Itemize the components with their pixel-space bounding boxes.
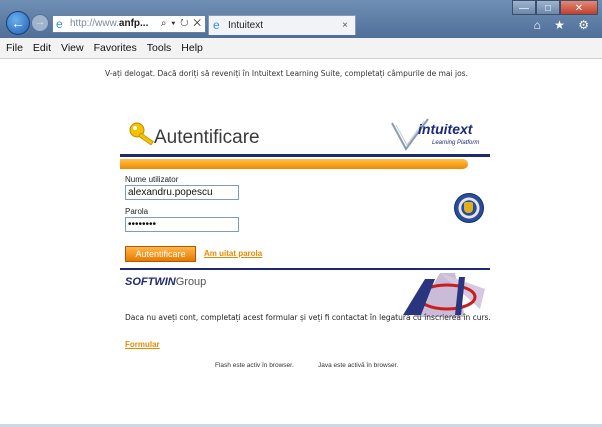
forgot-password-link[interactable]: Am uitat parola bbox=[204, 249, 262, 258]
username-label: Nume utilizator bbox=[125, 175, 179, 184]
login-button[interactable]: Autentificare bbox=[125, 246, 196, 262]
logout-notice: V-ați delogat. Dacă doriți să reveniți î… bbox=[105, 69, 468, 78]
forward-arrow-icon[interactable]: → bbox=[31, 14, 49, 32]
intuitext-logo: intuitext Learning Platform bbox=[390, 115, 490, 155]
address-controls[interactable]: ⌕ ▾ ↻ ✕ bbox=[161, 16, 202, 32]
romanian-coat-of-arms-icon bbox=[454, 193, 484, 223]
ie-icon: e bbox=[213, 18, 220, 32]
back-arrow-icon[interactable]: ← bbox=[6, 11, 30, 35]
logo-subtitle: Learning Platform bbox=[432, 140, 480, 146]
menu-bar: File Edit View Favorites Tools Help bbox=[0, 38, 602, 59]
password-label: Parola bbox=[125, 207, 149, 216]
partner-logo-icon bbox=[403, 273, 485, 317]
browser-tab[interactable]: e Intuitext × bbox=[208, 15, 356, 35]
page-content: V-ați delogat. Dacă doriți să reveniți î… bbox=[0, 59, 602, 427]
password-input[interactable]: •••••••• bbox=[125, 217, 239, 232]
menu-view[interactable]: View bbox=[56, 38, 89, 58]
flash-status: Flash este activ în browser. bbox=[215, 362, 294, 369]
header-divider bbox=[120, 154, 490, 157]
address-url: http://www.anfp... bbox=[70, 18, 149, 29]
orange-bar bbox=[120, 159, 468, 169]
browser-titlebar: ← → e http://www.anfp... ⌕ ▾ ↻ ✕ e Intui… bbox=[0, 0, 602, 38]
page-title: Autentificare bbox=[154, 127, 260, 148]
tab-title: Intuitext bbox=[228, 20, 264, 31]
ie-icon: e bbox=[56, 17, 63, 31]
minimize-button[interactable]: — bbox=[512, 0, 536, 15]
close-window-button[interactable]: ✕ bbox=[560, 0, 598, 15]
menu-tools[interactable]: Tools bbox=[142, 38, 177, 58]
maximize-button[interactable]: □ bbox=[536, 0, 560, 15]
softwin-logo: SOFTWINGroup bbox=[125, 276, 207, 288]
register-info-text: Daca nu aveți cont, completați acest for… bbox=[125, 313, 491, 322]
menu-favorites[interactable]: Favorites bbox=[89, 38, 142, 58]
window-controls: — □ ✕ bbox=[512, 0, 598, 15]
java-status: Java este activă în browser. bbox=[318, 362, 399, 369]
menu-file[interactable]: File bbox=[0, 38, 28, 58]
menu-edit[interactable]: Edit bbox=[28, 38, 56, 58]
logo-text: intuitext bbox=[418, 121, 473, 137]
form-link[interactable]: Formular bbox=[125, 340, 160, 349]
home-favorites-tools-icons[interactable]: ⌂ ★ ⚙ bbox=[534, 18, 594, 32]
menu-help[interactable]: Help bbox=[176, 38, 208, 58]
tab-close-icon[interactable]: × bbox=[342, 16, 348, 35]
username-input[interactable]: alexandru.popescu bbox=[125, 185, 239, 200]
address-bar[interactable]: e http://www.anfp... ⌕ ▾ ↻ ✕ bbox=[52, 15, 206, 33]
